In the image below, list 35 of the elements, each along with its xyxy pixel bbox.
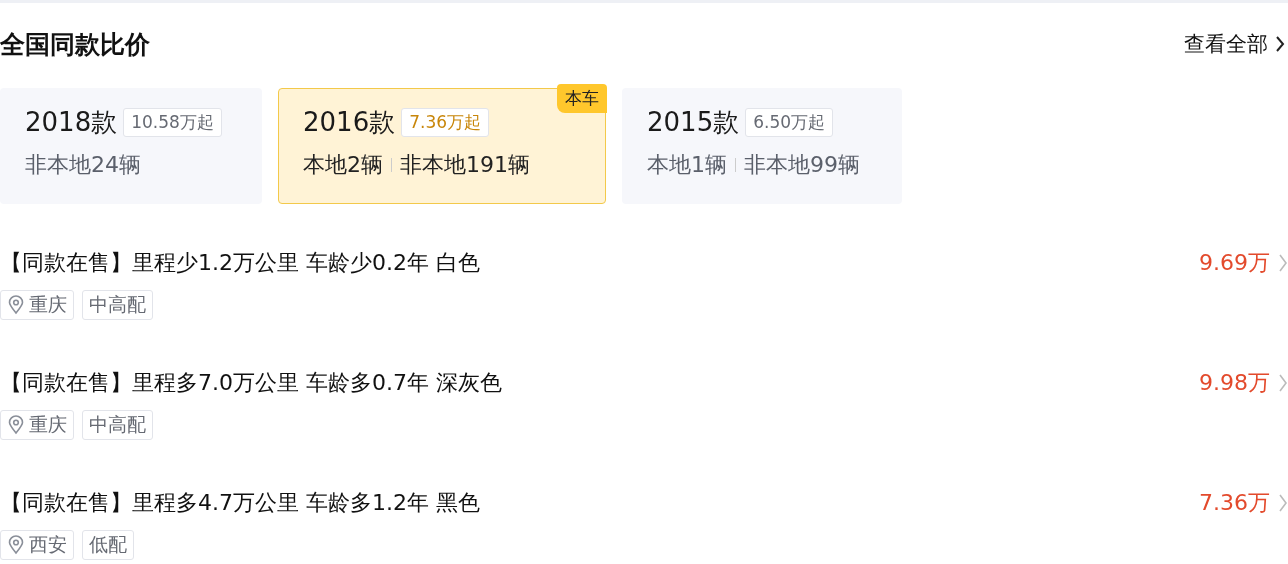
listing-price: 9.69万 [1199, 249, 1270, 277]
current-car-badge: 本车 [557, 84, 607, 113]
starting-price: 10.58万起 [123, 108, 222, 137]
model-year: 2016款 [303, 106, 396, 139]
listing-title[interactable]: 【同款在售】里程多7.0万公里 车龄多0.7年 深灰色 [0, 368, 1199, 398]
trim-tag: 低配 [82, 530, 134, 560]
location-pin-icon [7, 295, 25, 315]
listing-count: 本地1辆 [647, 151, 727, 179]
chevron-right-icon[interactable] [1278, 373, 1288, 393]
trim-tag: 中高配 [82, 410, 153, 440]
location-pin-icon [7, 535, 25, 555]
chevron-right-icon[interactable] [1278, 253, 1288, 273]
section-title: 全国同款比价 [0, 28, 150, 61]
listing-count: 非本地99辆 [744, 151, 860, 179]
view-all-link[interactable]: 查看全部 [1184, 30, 1288, 58]
location-tag: 重庆 [0, 290, 74, 320]
model-year: 2018款 [25, 106, 118, 139]
starting-price: 6.50万起 [745, 108, 834, 137]
location-tag: 重庆 [0, 410, 74, 440]
model-year-card[interactable]: 2018款 10.58万起 非本地24辆 [0, 88, 262, 204]
starting-price: 7.36万起 [401, 108, 490, 137]
location-tag: 西安 [0, 530, 74, 560]
listing-price: 9.98万 [1199, 369, 1270, 397]
model-year-card[interactable]: 2015款 6.50万起 本地1辆 非本地99辆 [622, 88, 902, 204]
model-year: 2015款 [647, 106, 740, 139]
listing-title[interactable]: 【同款在售】里程少1.2万公里 车龄少0.2年 白色 [0, 248, 1199, 278]
chevron-right-icon [1274, 35, 1286, 53]
listing-title[interactable]: 【同款在售】里程多4.7万公里 车龄多1.2年 黑色 [0, 488, 1199, 518]
trim-tag: 中高配 [82, 290, 153, 320]
listing-count: 非本地191辆 [400, 151, 530, 179]
location-pin-icon [7, 415, 25, 435]
listing-price: 7.36万 [1199, 489, 1270, 517]
listing-count: 本地2辆 [303, 151, 383, 179]
chevron-right-icon[interactable] [1278, 493, 1288, 513]
listing-count: 非本地24辆 [25, 151, 141, 179]
